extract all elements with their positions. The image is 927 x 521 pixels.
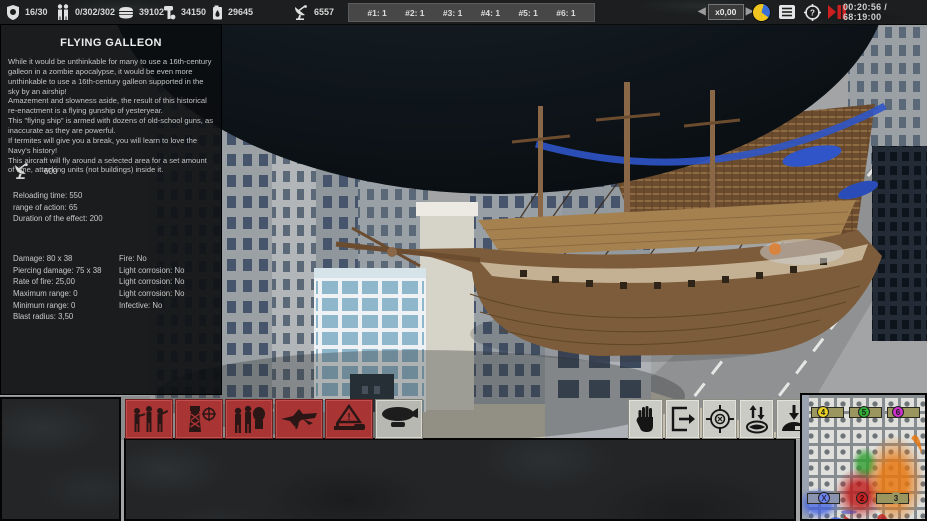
jet-icon — [279, 405, 319, 433]
survivors-value: 0/302/302 — [75, 7, 115, 17]
topbar-buttons: ? — [752, 0, 846, 24]
radar-resource: 6557 — [293, 0, 334, 24]
minimap-marker-4[interactable]: 4 — [817, 406, 829, 418]
unit-toolbar: ! — [125, 399, 423, 439]
game-clock: 00:20:56 / 68:19:00 — [843, 0, 927, 24]
speed-down-button[interactable]: ◀ — [698, 0, 706, 24]
unit-button-airstrike[interactable] — [275, 399, 323, 439]
food-resource: 39102 — [118, 0, 164, 24]
minimap-marker-5[interactable]: 5 — [858, 406, 870, 418]
defense-resource: 16/30 — [6, 0, 48, 24]
action-button-load-unload[interactable] — [739, 399, 774, 439]
radar-dish-icon — [13, 163, 30, 179]
effect-stats: Fire: No Light corrosion: No Light corro… — [119, 253, 184, 311]
time-display: 00:20:56 / 68:19:00 — [843, 2, 927, 22]
pie-chart-icon[interactable] — [752, 3, 771, 22]
minimap-marker-2[interactable]: 2 — [856, 492, 868, 504]
squad-6[interactable]: #6: 1 — [556, 8, 575, 18]
food-value: 39102 — [139, 7, 164, 17]
hand-icon — [635, 405, 657, 433]
action-button-target[interactable] — [702, 399, 737, 439]
unit-button-flying-galleon[interactable] — [375, 399, 423, 439]
crosshair-icon — [706, 405, 734, 433]
primary-stats: Reloading time: 550 range of action: 65 … — [13, 190, 103, 225]
tools-resource: 34150 — [162, 0, 206, 24]
tools-value: 34150 — [181, 7, 206, 17]
unit-title: FLYING GALLEON — [7, 37, 215, 49]
blimp-transfer-icon — [744, 404, 770, 434]
unit-button-infantry[interactable] — [125, 399, 173, 439]
fuel-icon — [212, 5, 223, 20]
survivors-resource: 0/302/302 — [56, 0, 115, 24]
exit-arrow-icon — [671, 406, 695, 432]
hazard-gun-icon: ! — [330, 404, 368, 434]
action-toolbar — [628, 399, 811, 439]
shield-icon — [6, 5, 20, 20]
blimp-icon — [379, 404, 419, 434]
svg-text:!: ! — [347, 412, 350, 423]
action-button-hold[interactable] — [628, 399, 663, 439]
squad-3[interactable]: #3: 1 — [443, 8, 462, 18]
radar-value: 6557 — [314, 7, 334, 17]
infestation-orange — [868, 433, 926, 521]
minimap-marker-x[interactable]: X — [818, 492, 830, 504]
list-icon[interactable] — [778, 3, 796, 21]
minimap-marker-3[interactable]: 3 — [890, 492, 902, 504]
fuel-resource: 29645 — [212, 0, 253, 24]
tools-icon — [162, 5, 176, 20]
unit-button-watchtower[interactable] — [175, 399, 223, 439]
soldiers-icon — [130, 405, 168, 433]
unit-description: While it would be unthinkable for many t… — [8, 57, 214, 175]
game-window: 16/30 0/302/302 39102 34150 29645 6557 #… — [0, 0, 927, 521]
unit-button-artillery[interactable]: ! — [325, 399, 373, 439]
survivors-icon — [56, 4, 70, 20]
squad-2[interactable]: #2: 1 — [405, 8, 424, 18]
defense-value: 16/30 — [25, 7, 48, 17]
squad-icon — [230, 404, 268, 434]
speed-control: ◀ x0,00 ▶ — [698, 0, 753, 24]
tower-scope-icon — [180, 404, 218, 434]
bottom-message-panel — [124, 438, 796, 521]
svg-text:?: ? — [810, 8, 815, 17]
squad-counter-box: #1: 1 #2: 1 #3: 1 #4: 1 #5: 1 #6: 1 — [348, 3, 595, 22]
bottom-left-panel — [0, 397, 121, 521]
fuel-value: 29645 — [228, 7, 253, 17]
minimap-marker-6[interactable]: 6 — [892, 406, 904, 418]
action-button-exit[interactable] — [665, 399, 700, 439]
squad-1[interactable]: #1: 1 — [367, 8, 386, 18]
squad-4[interactable]: #4: 1 — [481, 8, 500, 18]
unit-info-panel: FLYING GALLEON While it would be unthink… — [0, 24, 222, 395]
top-status-bar: 16/30 0/302/302 39102 34150 29645 6557 #… — [0, 0, 927, 25]
unit-button-heavy-squad[interactable] — [225, 399, 273, 439]
squad-5[interactable]: #5: 1 — [518, 8, 537, 18]
food-icon — [118, 6, 134, 19]
ammo-value: 600 — [44, 167, 57, 176]
minimap[interactable]: 4 5 6 X 2 3 — [800, 393, 927, 521]
ammo-row: 600 — [13, 163, 57, 179]
crosshair-help-icon[interactable]: ? — [803, 3, 821, 21]
damage-stats: Damage: 80 x 38 Piercing damage: 75 x 38… — [13, 253, 101, 323]
speed-value: x0,00 — [708, 4, 744, 20]
radar-dish-icon — [293, 5, 309, 20]
